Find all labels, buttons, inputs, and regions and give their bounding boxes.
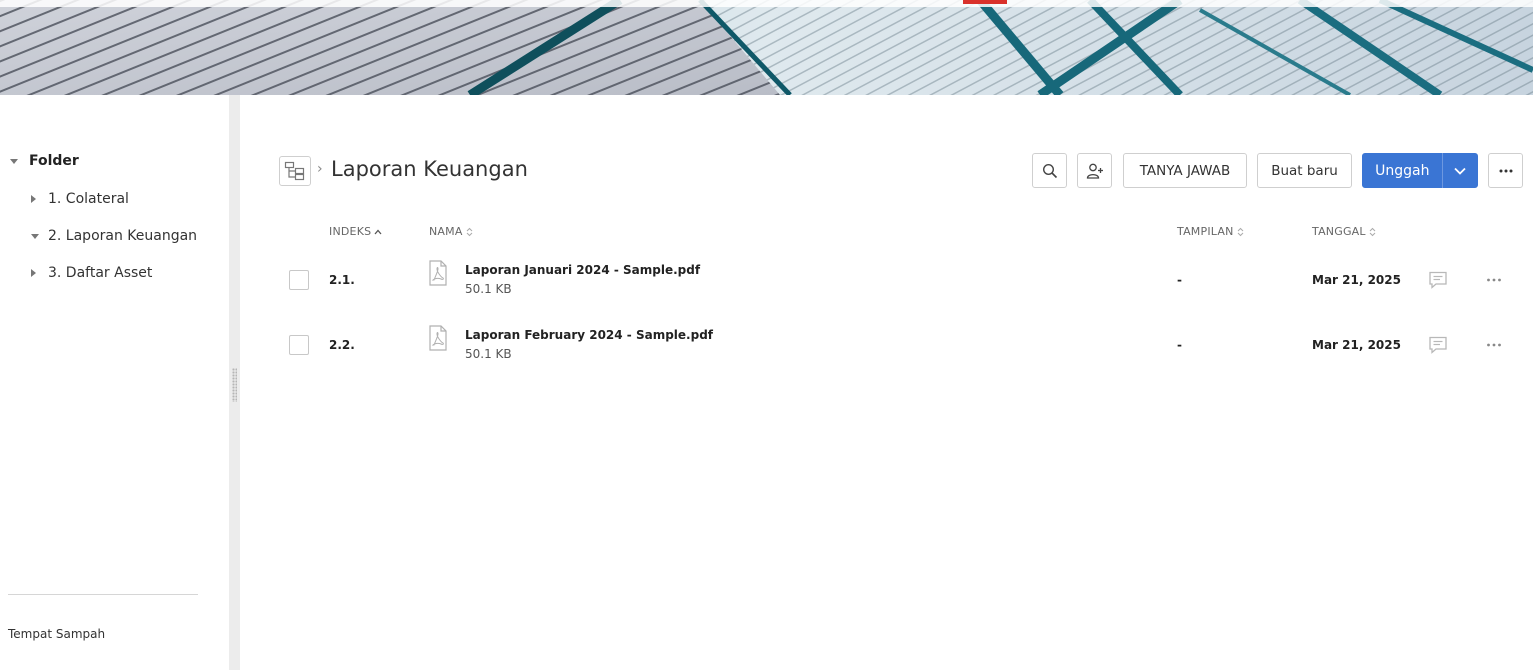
more-options-button[interactable] <box>1488 153 1523 188</box>
create-new-button[interactable]: Buat baru <box>1257 153 1352 188</box>
column-header-label: NAMA <box>429 225 463 238</box>
row-views: - <box>1177 338 1182 352</box>
row-checkbox[interactable] <box>289 335 309 355</box>
sort-ascending-icon <box>374 229 382 234</box>
comment-icon[interactable] <box>1428 270 1448 290</box>
breadcrumb-separator: › <box>317 161 323 177</box>
banner-image <box>0 0 1533 95</box>
chevron-down-icon <box>1454 167 1466 175</box>
folder-tree-toggle-button[interactable] <box>279 156 311 186</box>
caret-right-icon[interactable] <box>31 269 36 277</box>
sort-icon <box>1369 227 1376 236</box>
tree-root-label: Folder <box>29 153 79 169</box>
add-user-button[interactable] <box>1077 153 1112 188</box>
caret-down-icon <box>10 158 18 164</box>
more-icon[interactable] <box>1486 335 1502 355</box>
add-user-icon <box>1086 163 1103 179</box>
qa-button[interactable]: TANYA JAWAB <box>1123 153 1247 188</box>
file-name-link[interactable]: Laporan Januari 2024 - Sample.pdf <box>465 263 700 277</box>
tree-item-label: 1. Colateral <box>48 191 129 207</box>
file-size: 50.1 KB <box>465 347 512 361</box>
pdf-file-icon <box>429 325 447 351</box>
row-views: - <box>1177 273 1182 287</box>
comment-icon[interactable] <box>1428 335 1448 355</box>
file-size: 50.1 KB <box>465 282 512 296</box>
page-title: Laporan Keuangan <box>331 157 528 181</box>
tree-item-daftar-asset[interactable]: 3. Daftar Asset <box>31 265 152 281</box>
row-index: 2.1. <box>329 273 355 287</box>
upload-dropdown-toggle[interactable] <box>1443 154 1477 187</box>
more-icon[interactable] <box>1486 270 1502 290</box>
folder-sidebar: Folder 1. Colateral 2. Laporan Keuangan … <box>0 95 229 670</box>
column-header-index[interactable]: INDEKS <box>329 225 382 238</box>
active-indicator <box>963 0 1007 4</box>
column-header-label: INDEKS <box>329 225 372 238</box>
table-row[interactable]: 2.1. Laporan Januari 2024 - Sample.pdf 5… <box>279 256 1533 321</box>
sidebar-divider <box>8 594 198 595</box>
pdf-file-icon <box>429 260 447 286</box>
row-index: 2.2. <box>329 338 355 352</box>
trash-link[interactable]: Tempat Sampah <box>8 627 105 641</box>
column-header-name[interactable]: NAMA <box>429 225 473 238</box>
row-checkbox[interactable] <box>289 270 309 290</box>
row-date: Mar 21, 2025 <box>1312 273 1401 287</box>
file-name-link[interactable]: Laporan February 2024 - Sample.pdf <box>465 328 713 342</box>
header-banner <box>0 0 1533 95</box>
column-header-label: TANGGAL <box>1312 225 1366 238</box>
column-header-date[interactable]: TANGGAL <box>1312 225 1376 238</box>
table-row[interactable]: 2.2. Laporan February 2024 - Sample.pdf … <box>279 321 1533 386</box>
grip-icon[interactable] <box>232 368 237 402</box>
tree-item-label: 2. Laporan Keuangan <box>48 228 198 244</box>
sort-icon <box>466 227 472 236</box>
sort-icon <box>1237 227 1243 236</box>
tree-root-folder[interactable]: Folder <box>10 153 79 169</box>
column-header-views[interactable]: TAMPILAN <box>1177 225 1244 238</box>
sidebar-resize-handle[interactable] <box>229 95 240 670</box>
main-content: › Laporan Keuangan TANYA JAWAB Buat baru… <box>240 95 1533 670</box>
more-icon <box>1499 169 1512 172</box>
tree-item-label: 3. Daftar Asset <box>48 265 153 281</box>
folder-tree-icon <box>284 161 305 181</box>
upload-button[interactable]: Unggah <box>1363 163 1442 179</box>
search-button[interactable] <box>1032 153 1067 188</box>
caret-right-icon[interactable] <box>31 195 36 203</box>
upload-split-button[interactable]: Unggah <box>1362 153 1478 188</box>
tree-item-laporan-keuangan[interactable]: 2. Laporan Keuangan <box>31 228 197 244</box>
caret-down-icon[interactable] <box>31 233 39 239</box>
column-header-label: TAMPILAN <box>1177 225 1234 238</box>
row-date: Mar 21, 2025 <box>1312 338 1401 352</box>
tree-item-colateral[interactable]: 1. Colateral <box>31 191 129 207</box>
search-icon <box>1042 163 1057 178</box>
